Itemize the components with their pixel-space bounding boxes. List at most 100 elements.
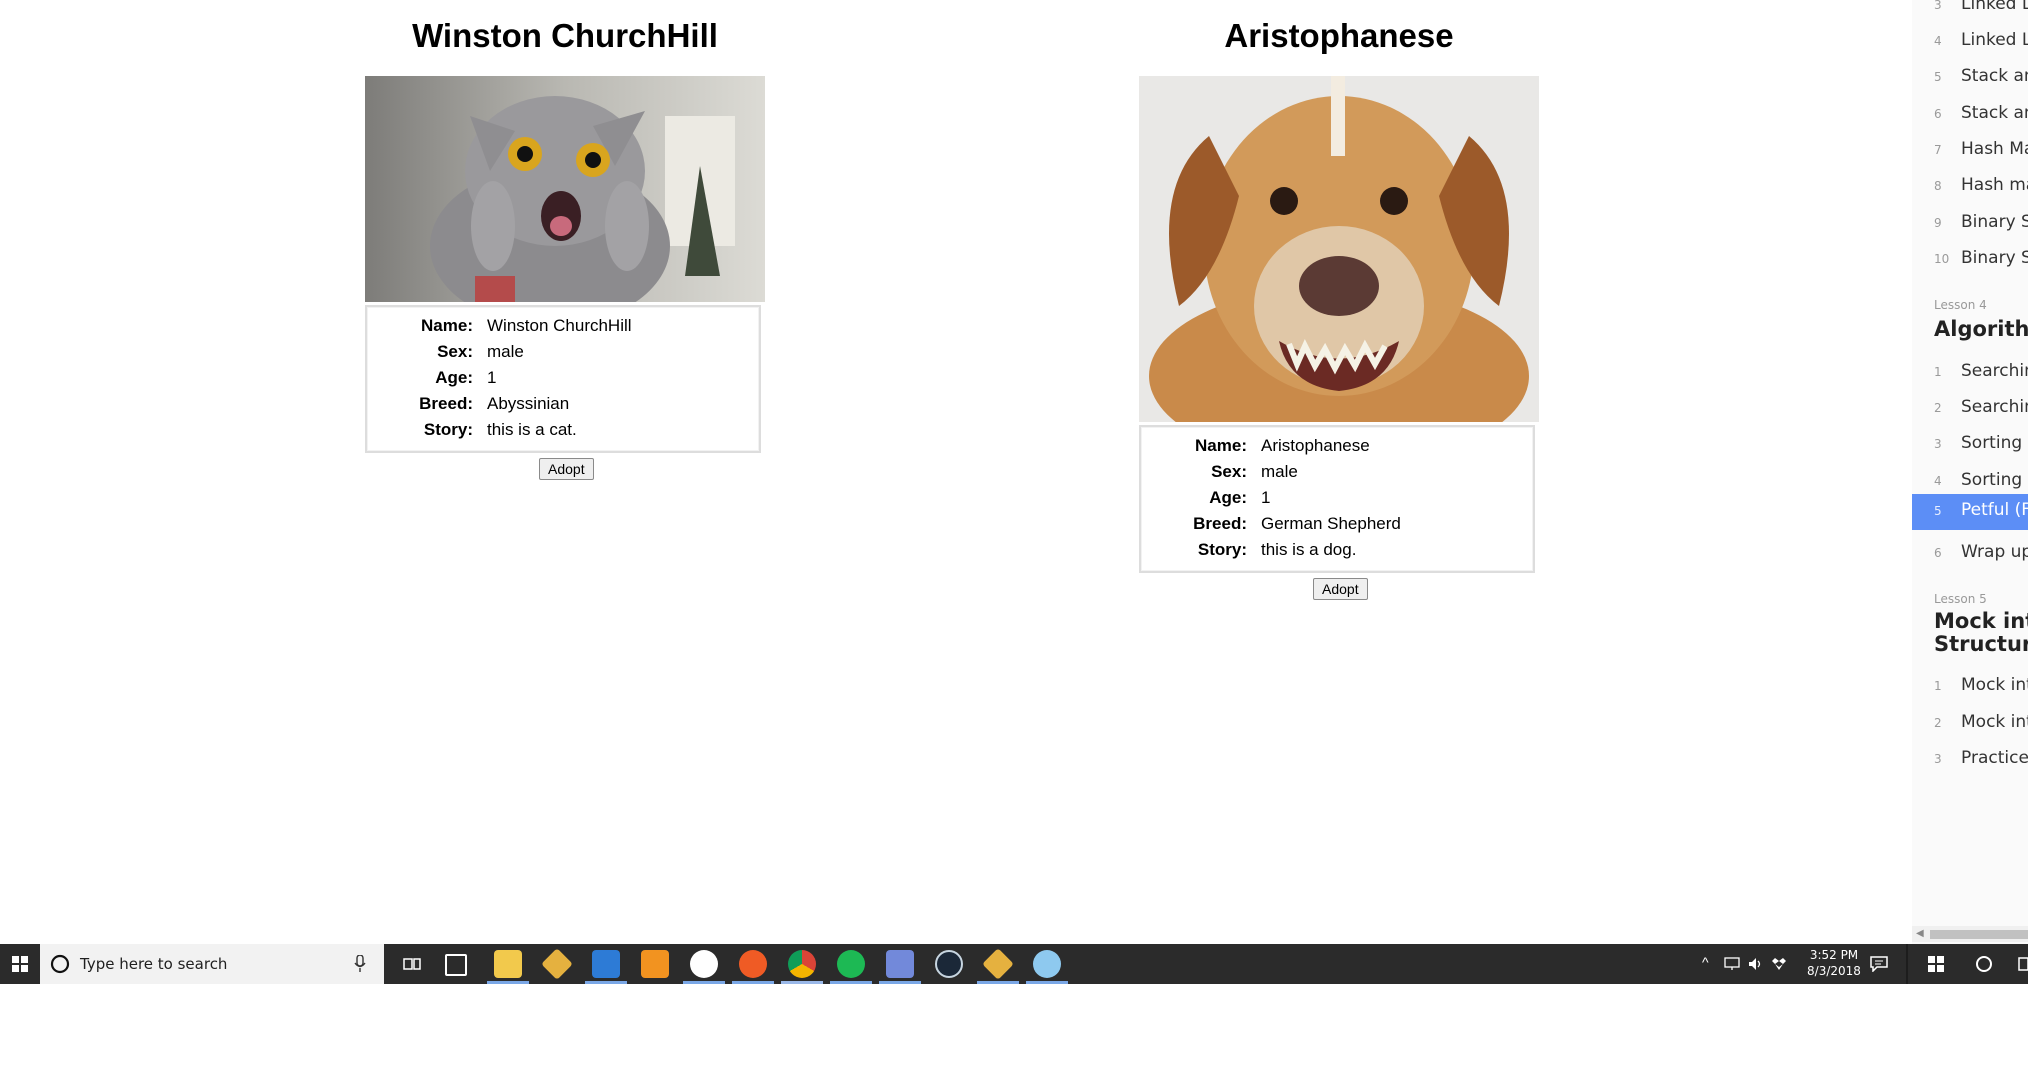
pet-title: Aristophanese	[1224, 17, 1454, 54]
spotify-icon[interactable]	[837, 950, 865, 978]
taskbar-search-box[interactable]: Type here to search	[40, 944, 384, 984]
discord-icon[interactable]	[886, 950, 914, 978]
network-icon[interactable]	[1724, 957, 1740, 971]
info-row-age: Age: 1	[367, 365, 759, 391]
age-value: 1	[487, 368, 497, 387]
sticky-notes-icon[interactable]	[445, 954, 467, 976]
search-placeholder: Type here to search	[80, 955, 228, 973]
steam-icon[interactable]	[935, 950, 963, 978]
microphone-icon[interactable]	[354, 955, 366, 973]
sex-value: male	[1261, 462, 1298, 481]
lesson-item[interactable]: 8Hash map	[1912, 169, 2028, 205]
lesson-sidebar: 3Linked Lis 4Linked Lis 5Stack and 6Stac…	[1912, 0, 2028, 944]
breed-value: German Shepherd	[1261, 514, 1401, 533]
start-button[interactable]	[0, 944, 40, 984]
taskbar-clock[interactable]: 3:52 PM 8/3/2018	[1802, 947, 1866, 979]
lesson-4-title: Algorithm	[1934, 317, 2028, 341]
sex-label: Sex:	[437, 342, 473, 361]
lesson-item-label: Stack and	[1961, 66, 2028, 86]
pet-info-table: Name: Winston ChurchHill Sex: male Age: …	[365, 305, 761, 453]
breed-label: Breed:	[1193, 514, 1247, 533]
lesson-item[interactable]: 9Binary Se	[1912, 206, 2028, 242]
lesson-item-label: Wrap up	[1961, 542, 2028, 562]
sex-value: male	[487, 342, 524, 361]
lesson-item-label: Hash Map	[1961, 139, 2028, 159]
lesson-item-label: Stack and	[1961, 103, 2028, 123]
info-row-age: Age: 1	[1141, 485, 1533, 511]
adopt-button[interactable]: Adopt	[1313, 578, 1368, 600]
scroll-left-icon[interactable]: ◀	[1916, 928, 1924, 939]
lesson-item[interactable]: 1Searching	[1912, 355, 2028, 391]
chrome-icon[interactable]	[788, 950, 816, 978]
age-value: 1	[1261, 488, 1271, 507]
sublime-text-icon[interactable]	[641, 950, 669, 978]
lesson-item-label: Binary Se	[1961, 212, 2028, 232]
name-label: Name:	[421, 316, 473, 335]
clock-time: 3:52 PM	[1809, 948, 1859, 962]
lesson-item-label: Practice n	[1961, 748, 2028, 768]
info-row-breed: Breed: Abyssinian	[367, 391, 759, 417]
info-row-sex: Sex: male	[367, 339, 759, 365]
action-center-icon[interactable]	[1870, 956, 1888, 972]
story-label: Story:	[1197, 540, 1247, 559]
lesson-item-label: Searching	[1961, 397, 2028, 417]
adopt-button[interactable]: Adopt	[539, 458, 594, 480]
lesson-item-label: Binary Se	[1961, 248, 2028, 268]
lesson-item[interactable]: 5Stack and	[1912, 60, 2028, 96]
task-view-button[interactable]	[392, 944, 432, 984]
cat-photo	[365, 76, 765, 302]
info-row-story: Story: this is a dog.	[1141, 537, 1533, 563]
lesson-5-title-line1: Mock inte	[1934, 609, 2028, 633]
lesson-item-active[interactable]: 5Petful (Fu	[1912, 494, 2028, 530]
file-explorer-icon[interactable]	[494, 950, 522, 978]
sex-label: Sex:	[1211, 462, 1247, 481]
scrollbar-thumb[interactable]	[1930, 930, 2028, 939]
lesson-item[interactable]: 1Mock inte	[1912, 669, 2028, 705]
story-value: this is a dog.	[1261, 540, 1357, 559]
gitkraken-2-icon[interactable]	[982, 948, 1014, 980]
cortana-icon[interactable]	[1975, 955, 1993, 973]
windows-icon[interactable]	[1928, 956, 1944, 972]
name-label: Name:	[1195, 436, 1247, 455]
info-row-sex: Sex: male	[1141, 459, 1533, 485]
taskbar: Type here to search ^ 3:52 PM 8/3/2018	[0, 944, 2028, 984]
info-row-name: Name: Winston ChurchHill	[367, 313, 759, 339]
breed-label: Breed:	[419, 394, 473, 413]
lesson-4-label: Lesson 4	[1934, 298, 1987, 312]
cortana-icon	[50, 954, 70, 974]
lesson-item[interactable]: 3 Sorting	[1912, 427, 2028, 463]
vscode-icon[interactable]	[592, 950, 620, 978]
clock-date: 8/3/2018	[1807, 964, 1861, 978]
volume-icon[interactable]	[1748, 957, 1764, 971]
lesson-item[interactable]: 6 Wrap up	[1912, 536, 2028, 572]
info-row-story: Story: this is a cat.	[367, 417, 759, 443]
lesson-item[interactable]: 3Linked Lis	[1912, 0, 2028, 24]
task-view-icon[interactable]	[2018, 956, 2028, 972]
lesson-item[interactable]: 10Binary Se	[1912, 242, 2028, 278]
info-row-name: Name: Aristophanese	[1141, 433, 1533, 459]
slack-icon[interactable]	[690, 950, 718, 978]
dropbox-icon[interactable]	[1772, 957, 1786, 971]
lesson-item[interactable]: 2Searching	[1912, 391, 2028, 427]
age-label: Age:	[435, 368, 473, 387]
show-hidden-icons-icon[interactable]: ^	[1702, 954, 1709, 970]
sidebar-horizontal-scrollbar[interactable]: ◀	[1912, 926, 2028, 942]
lesson-item[interactable]: 3Practice n	[1912, 742, 2028, 778]
story-label: Story:	[423, 420, 473, 439]
lesson-item-label: Sorting D	[1961, 470, 2028, 490]
lesson-item-label: Linked Lis	[1961, 30, 2028, 50]
paint-icon[interactable]	[1033, 950, 1061, 978]
lesson-item-label: Searching	[1961, 361, 2028, 381]
story-value: this is a cat.	[487, 420, 577, 439]
lesson-item[interactable]: 7Hash Map	[1912, 133, 2028, 169]
pet-title: Winston ChurchHill	[412, 17, 718, 54]
gitkraken-icon[interactable]	[541, 948, 573, 980]
lesson-item[interactable]: 2Mock inte	[1912, 706, 2028, 742]
postman-icon[interactable]	[739, 950, 767, 978]
lesson-item[interactable]: 6Stack and	[1912, 97, 2028, 133]
breed-value: Abyssinian	[487, 394, 570, 413]
windows-icon	[12, 956, 28, 972]
below-taskbar-area	[0, 984, 2028, 1068]
lesson-item[interactable]: 4Linked Lis	[1912, 24, 2028, 60]
name-value: Aristophanese	[1261, 436, 1370, 455]
